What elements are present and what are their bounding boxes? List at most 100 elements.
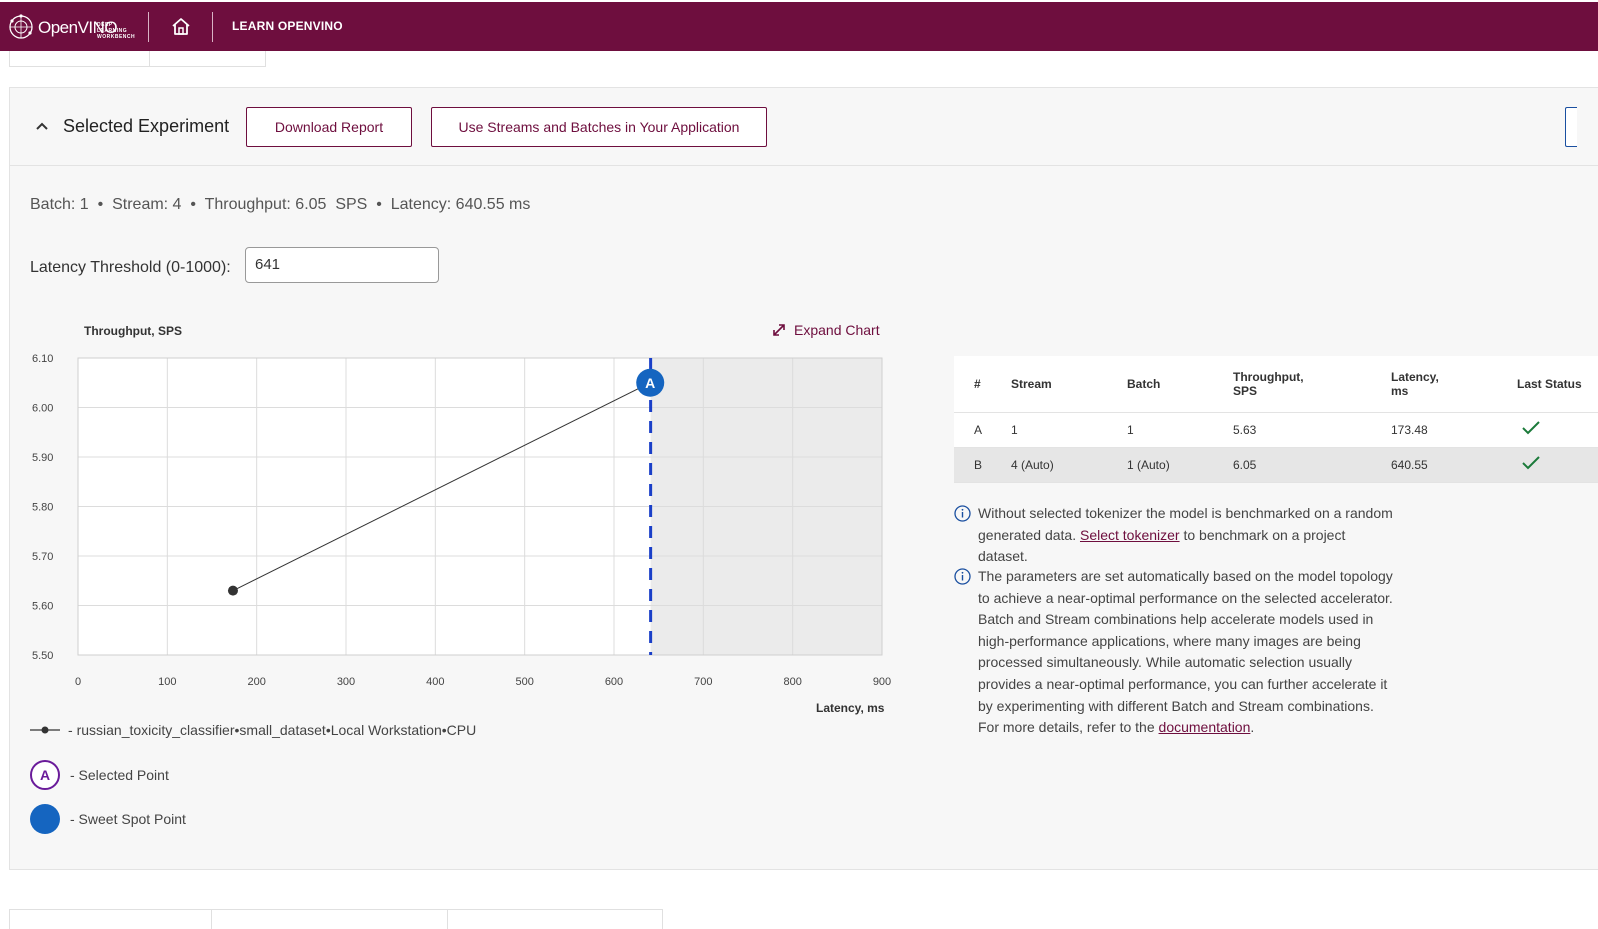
col-header-status[interactable]: Last Status	[1517, 356, 1598, 413]
cell-latency: 640.55	[1391, 447, 1517, 483]
data-point[interactable]	[227, 585, 238, 596]
legend-target: Local Workstation	[330, 722, 442, 738]
cell-stream: 1	[1011, 412, 1127, 448]
x-tick-label: 900	[873, 676, 891, 688]
experiments-table: # Stream Batch Throughput, SPS Latency, …	[954, 356, 1598, 483]
legend-sweet-spot: - Sweet Spot Point	[30, 804, 186, 834]
separator-dot: •	[190, 196, 196, 213]
y-tick-label: 6.00	[32, 403, 53, 415]
col-header-batch[interactable]: Batch	[1127, 356, 1233, 413]
x-tick-label: 200	[247, 676, 265, 688]
y-tick-label: 5.60	[32, 601, 53, 613]
top-navbar: OpenVINO DEEP LEARNING WORKBENCH LEARN O…	[0, 2, 1598, 51]
cell-status	[1517, 447, 1598, 483]
sweet-spot-badge	[30, 804, 60, 834]
previous-tab	[9, 51, 150, 67]
col-header-latency[interactable]: Latency, ms	[1391, 356, 1517, 413]
panel-header: Selected Experiment Download Report Use …	[10, 88, 1598, 166]
expand-chart-label: Expand Chart	[794, 322, 880, 338]
y-tick-label: 5.70	[32, 551, 53, 563]
col-header-id[interactable]: #	[954, 356, 1011, 413]
cell-latency: 173.48	[1391, 412, 1517, 448]
throughput-latency-chart[interactable]: 0 100 200 300 400 500 600 700 800 900 6.10 6.00 5.90…	[10, 338, 910, 698]
chevron-up-icon[interactable]	[34, 118, 50, 134]
cell-id: A	[954, 412, 1011, 448]
table-header-row: # Stream Batch Throughput, SPS Latency, …	[954, 356, 1598, 413]
cell-status	[1517, 412, 1598, 448]
separator-dot: •	[97, 196, 104, 213]
home-button[interactable]	[168, 14, 194, 40]
nav-divider	[212, 12, 213, 42]
cut-off-button[interactable]	[1565, 107, 1577, 147]
info-text: .	[1250, 719, 1255, 736]
tokenizer-info-text: Without selected tokenizer the model is …	[978, 503, 1394, 568]
learn-openvino-link[interactable]: LEARN OPENVINO	[232, 19, 343, 33]
expand-chart-button[interactable]: Expand Chart	[772, 322, 880, 338]
x-tick-label: 700	[694, 676, 712, 688]
legend-prefix: -	[68, 722, 77, 738]
table-row-selected[interactable]: B 4 (Auto) 1 (Auto) 6.05 640.55	[954, 447, 1598, 483]
expand-icon	[773, 324, 785, 336]
selected-point-label: - Selected Point	[70, 767, 169, 783]
x-axis-title: Latency, ms	[816, 701, 885, 715]
cell-stream: 4 (Auto)	[1011, 447, 1127, 483]
x-tick-label: 400	[426, 676, 444, 688]
info-text: The parameters are set automatically bas…	[978, 568, 1393, 736]
bottom-tab	[211, 909, 448, 929]
select-tokenizer-link[interactable]: Select tokenizer	[1080, 527, 1180, 543]
x-tick-label: 300	[337, 676, 355, 688]
streams-batches-button[interactable]: Use Streams and Batches in Your Applicat…	[431, 107, 767, 147]
info-icon	[954, 568, 971, 585]
latency-threshold-input[interactable]: 641	[245, 247, 439, 283]
info-icon	[954, 505, 971, 522]
parameters-info: The parameters are set automatically bas…	[954, 566, 1394, 739]
x-tick-label: 0	[75, 676, 81, 688]
x-tick-label: 100	[158, 676, 176, 688]
selected-point-badge: A	[30, 760, 60, 790]
summary-throughput: Throughput: 6.05 SPS	[204, 196, 368, 213]
selected-point-label: A	[645, 375, 655, 391]
bottom-tab	[447, 909, 663, 929]
y-axis-title: Throughput, SPS	[84, 324, 182, 338]
parameters-info-text: The parameters are set automatically bas…	[978, 566, 1394, 739]
tokenizer-info: Without selected tokenizer the model is …	[954, 503, 1394, 568]
y-tick-label: 5.50	[32, 650, 53, 662]
summary-latency: Latency: 640.55 ms	[390, 196, 531, 213]
documentation-link[interactable]: documentation	[1159, 719, 1251, 735]
panel-title: Selected Experiment	[63, 116, 230, 136]
experiment-summary: Batch: 1 • Stream: 4 • Throughput: 6.05 …	[30, 196, 530, 214]
check-icon	[1522, 421, 1540, 435]
series-line-icon	[30, 726, 60, 734]
legend-selected-point: A - Selected Point	[30, 760, 169, 790]
bottom-tab	[9, 909, 212, 929]
legend-dataset: small_dataset	[239, 722, 326, 738]
col-header-throughput[interactable]: Throughput, SPS	[1233, 356, 1391, 413]
legend-model: russian_toxicity_classifier	[76, 722, 235, 738]
sweet-spot-label: - Sweet Spot Point	[70, 811, 186, 827]
logo-subtext: DEEP LEARNING WORKBENCH	[97, 22, 136, 40]
x-tick-label: 600	[605, 676, 623, 688]
latency-threshold-label: Latency Threshold (0-1000):	[30, 259, 231, 276]
summary-stream: Stream: 4	[112, 196, 182, 213]
table-row[interactable]: A 1 1 5.63 173.48	[954, 412, 1598, 448]
y-tick-label: 6.10	[32, 353, 53, 365]
cell-throughput: 5.63	[1233, 412, 1391, 448]
col-header-stream[interactable]: Stream	[1011, 356, 1127, 413]
download-report-button[interactable]: Download Report	[246, 107, 412, 147]
previous-tab	[149, 51, 266, 67]
cell-id: B	[954, 447, 1011, 483]
check-icon	[1522, 456, 1540, 470]
nav-divider	[148, 12, 149, 42]
x-tick-label: 800	[783, 676, 801, 688]
y-tick-label: 5.90	[32, 452, 53, 464]
y-tick-label: 5.80	[32, 502, 53, 514]
legend-device: CPU	[446, 722, 477, 738]
separator-dot: •	[376, 196, 382, 213]
chart-legend-series: - russian_toxicity_classifier • small_da…	[30, 722, 476, 738]
openvino-logo[interactable]: OpenVINO DEEP LEARNING WORKBENCH	[8, 9, 135, 45]
x-tick-label: 500	[515, 676, 533, 688]
selected-experiment-panel: Selected Experiment Download Report Use …	[9, 87, 1598, 870]
cell-batch: 1 (Auto)	[1127, 447, 1233, 483]
cell-throughput: 6.05	[1233, 447, 1391, 483]
summary-batch: Batch: 1	[30, 196, 89, 213]
